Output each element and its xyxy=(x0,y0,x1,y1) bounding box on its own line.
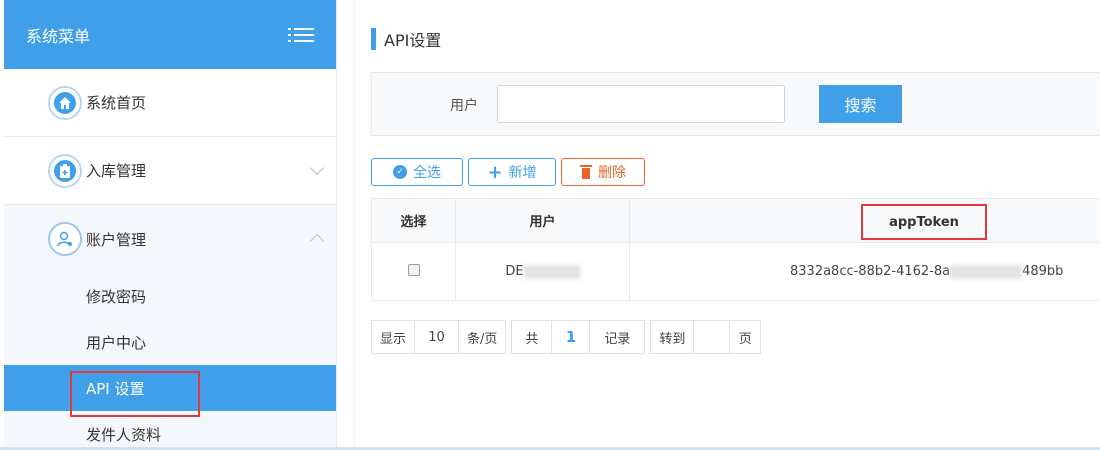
table-header-row: 选择 用户 appToken xyxy=(371,198,1100,243)
title-accent-bar xyxy=(371,28,376,50)
delete-button[interactable]: 删除 xyxy=(561,158,645,186)
sidebar-header: 系统菜单 xyxy=(4,0,336,69)
check-circle-icon: ✓ xyxy=(393,165,407,179)
row-user-value: DE xyxy=(505,264,524,279)
per-page-unit: 条/页 xyxy=(467,331,498,347)
sidebar: 系统菜单 系统首页 入库管理 账户管理 修改密码 用户中心 API 设置 发件人… xyxy=(4,0,337,450)
total-label: 共 xyxy=(512,321,553,353)
row-checkbox[interactable] xyxy=(407,263,420,276)
redacted-mask xyxy=(523,264,580,279)
table-row: DE 8332a8cc-88b2-4162-8a 489bb xyxy=(371,242,1100,301)
select-all-button[interactable]: ✓ 全选 xyxy=(371,158,463,186)
menu-toggle-icon[interactable] xyxy=(288,25,314,45)
add-button[interactable]: + 新增 xyxy=(468,158,556,186)
column-header-user: 用户 xyxy=(455,198,630,243)
goto-label: 转到 xyxy=(651,321,695,353)
home-icon xyxy=(48,85,82,120)
sidebar-subitem-change-password[interactable]: 修改密码 xyxy=(4,273,336,319)
user-icon xyxy=(48,222,82,256)
sidebar-subitem-api-settings[interactable]: API 设置 xyxy=(4,365,336,417)
apptoken-header-label: appToken xyxy=(889,214,959,230)
row-token-cell: 8332a8cc-88b2-4162-8a 489bb xyxy=(629,242,1100,301)
sidebar-item-label: 系统首页 xyxy=(86,94,147,112)
total-count: 1 xyxy=(552,321,591,353)
total-group: 共 1 记录 xyxy=(511,320,646,354)
sidebar-item-account[interactable]: 账户管理 xyxy=(4,205,336,273)
sidebar-item-home[interactable]: 系统首页 xyxy=(4,69,336,137)
column-header-apptoken: appToken xyxy=(629,198,1100,243)
page-size-group: 显示 10 条/页 xyxy=(371,320,507,354)
sidebar-title: 系统菜单 xyxy=(26,26,91,46)
clipboard-icon xyxy=(48,153,82,188)
plus-icon: + xyxy=(487,161,503,183)
toolbar: ✓ 全选 + 新增 删除 xyxy=(371,158,650,186)
highlight-box: appToken xyxy=(861,204,987,240)
add-label: 新增 xyxy=(508,165,537,181)
row-token-suffix: 489bb xyxy=(1022,264,1064,279)
goto-page-input[interactable] xyxy=(694,321,731,353)
goto-group: 转到 页 xyxy=(650,320,762,354)
sidebar-item-label: 入库管理 xyxy=(86,162,147,180)
redacted-mask xyxy=(950,264,1023,279)
chevron-up-icon xyxy=(309,233,325,249)
column-header-select: 选择 xyxy=(371,198,456,243)
highlight-box xyxy=(70,371,200,417)
page-title-text: API设置 xyxy=(384,31,442,50)
sidebar-item-label: 账户管理 xyxy=(86,230,147,249)
search-button[interactable]: 搜索 xyxy=(819,85,902,123)
show-label: 显示 xyxy=(372,321,416,353)
main-content: API设置 用户 搜索 ✓ 全选 + 新增 删除 选择 用户 appToken xyxy=(354,0,1100,450)
delete-label: 删除 xyxy=(598,165,626,181)
user-search-input[interactable] xyxy=(497,85,785,123)
pagination: 显示 10 条/页 共 1 记录 转到 页 xyxy=(371,320,766,354)
api-token-table: 选择 用户 appToken DE 8332a8cc-88b2-4162-8a 4 xyxy=(371,198,1100,301)
page-size-select[interactable]: 10 xyxy=(415,321,460,353)
trash-icon xyxy=(580,165,592,179)
sidebar-subitem-user-center[interactable]: 用户中心 xyxy=(4,319,336,365)
select-all-label: 全选 xyxy=(413,165,441,181)
record-label: 记录 xyxy=(604,331,631,347)
page-title: API设置 xyxy=(371,28,441,50)
user-label: 用户 xyxy=(450,98,478,114)
sidebar-item-inbound[interactable]: 入库管理 xyxy=(4,137,336,205)
row-select-cell xyxy=(371,242,456,301)
page-label: 页 xyxy=(738,331,752,347)
chevron-down-icon xyxy=(309,160,325,176)
search-panel: 用户 搜索 xyxy=(371,72,1100,136)
row-token-prefix: 8332a8cc-88b2-4162-8a xyxy=(790,264,951,279)
row-user-cell: DE xyxy=(455,242,630,301)
